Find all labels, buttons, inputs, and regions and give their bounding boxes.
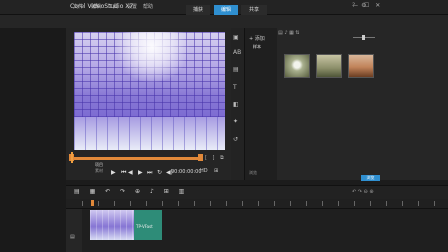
media-thumbnail-field[interactable] (316, 54, 342, 78)
clip-name: TP-VFast (136, 224, 153, 229)
left-margin (0, 28, 66, 252)
previous-frame-icon[interactable]: ◀ (128, 169, 133, 176)
video-track-icon[interactable]: ▤ (70, 234, 75, 240)
menu-edit[interactable]: 编辑 (91, 3, 101, 10)
instant-project-icon[interactable]: AB (233, 49, 241, 56)
folder-item-samples[interactable]: 样本 (253, 44, 261, 50)
browse-folder-link[interactable]: 浏览 (249, 170, 257, 176)
transition-icon[interactable]: ▤ (233, 66, 239, 73)
loop-icon[interactable]: ↻ (157, 169, 162, 176)
trim-end-handle[interactable] (198, 154, 203, 161)
menu-bar (0, 15, 448, 29)
title-icon[interactable]: T (233, 84, 237, 91)
media-thumbnail-dandelion[interactable] (284, 54, 310, 78)
track-header (66, 209, 82, 252)
add-folder-button[interactable]: + 添加 (249, 35, 265, 42)
scrubber-selection (72, 157, 200, 160)
path-icon[interactable]: ↺ (233, 136, 238, 143)
enlarge-preview-icon[interactable]: ⊞ (214, 168, 218, 174)
timeline-playhead[interactable] (91, 200, 94, 206)
video-floor-lines (74, 117, 225, 150)
preview-video (74, 32, 225, 150)
graphic-icon[interactable]: ◧ (233, 101, 239, 108)
clip-mode-label[interactable]: 素材 (95, 168, 103, 174)
end-icon[interactable]: ⏭ (147, 169, 152, 177)
ruler-ticks (82, 201, 448, 206)
play-icon[interactable]: ▶ (111, 169, 116, 176)
menu-tools[interactable]: 工具 (108, 3, 118, 10)
scrubber-playhead[interactable] (71, 152, 73, 163)
filter-icon[interactable]: ✦ (233, 118, 238, 125)
media-library-panel (277, 28, 448, 180)
menu-file[interactable]: 文件 (73, 3, 83, 10)
menu-settings[interactable]: 设置 (127, 3, 137, 10)
home-icon[interactable]: ⏮ (121, 169, 126, 177)
media-icon[interactable]: ▣ (233, 34, 239, 41)
mark-in-out-icons[interactable]: [ ] ⧉ (205, 155, 226, 161)
menu-help[interactable]: 帮助 (143, 3, 153, 10)
timeline-tools[interactable]: ▤ ▦ ↶ ↷ ⊕ ♪ ⊞ ▥ (74, 188, 188, 195)
timeline-clip-video[interactable] (90, 210, 134, 240)
hd-preview-button[interactable]: HD (200, 168, 208, 174)
help-settings-icons[interactable]: ? ⚙ (352, 2, 368, 9)
timecode[interactable]: 00:00:00:00 (171, 169, 202, 175)
media-toolbar[interactable]: ▤ ♪ ▦ ⇅ (278, 30, 300, 36)
folder-panel (245, 28, 277, 180)
thumbnail-zoom-knob[interactable] (362, 35, 365, 40)
next-frame-icon[interactable]: ▶ (138, 169, 143, 176)
browse-button[interactable]: 浏览 (361, 175, 380, 181)
timeline-zoom-controls[interactable]: ↶ ↷ ⊖ ⊕ (352, 189, 374, 195)
media-thumbnail-tree[interactable] (348, 54, 374, 78)
